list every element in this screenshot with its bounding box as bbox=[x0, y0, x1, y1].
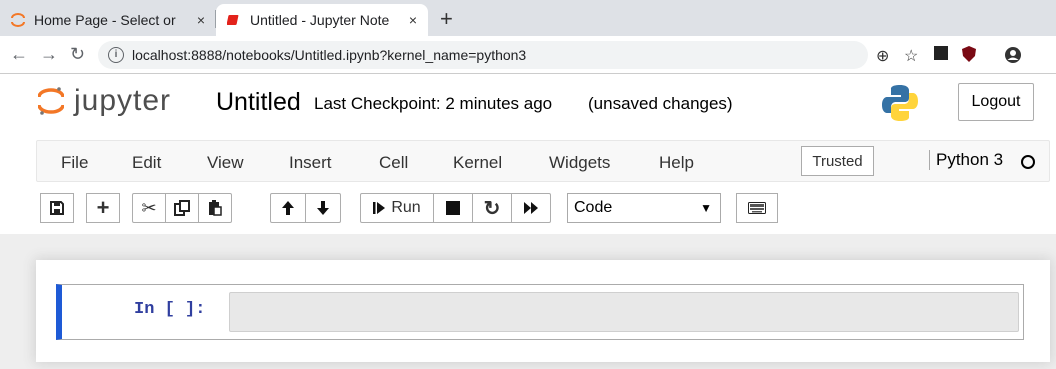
fast-forward-icon bbox=[524, 202, 538, 214]
move-down-button[interactable] bbox=[305, 193, 341, 223]
tab-home-page[interactable]: Home Page - Select or × bbox=[0, 4, 216, 36]
tab-untitled[interactable]: Untitled - Jupyter Note × bbox=[216, 4, 428, 36]
save-button[interactable] bbox=[40, 193, 74, 223]
notebook-toolbar: + ✂ Run ↻ Code ▼ bbox=[0, 188, 1056, 228]
restart-icon: ↻ bbox=[483, 197, 501, 220]
kernel-status-idle-icon bbox=[1021, 155, 1035, 169]
menu-edit[interactable]: Edit bbox=[132, 153, 161, 173]
menu-file[interactable]: File bbox=[61, 153, 88, 173]
notebook-name[interactable]: Untitled bbox=[216, 88, 301, 117]
shield-extension-icon[interactable] bbox=[962, 46, 976, 67]
close-tab-icon[interactable]: × bbox=[192, 12, 210, 28]
menu-cell[interactable]: Cell bbox=[379, 153, 408, 173]
bookmark-star-icon[interactable]: ☆ bbox=[904, 46, 918, 66]
extension-square-icon[interactable] bbox=[934, 46, 948, 65]
jupyter-wordmark: jupyter bbox=[74, 84, 172, 117]
jupyter-logo[interactable]: jupyter bbox=[38, 84, 171, 118]
browser-tab-strip: Home Page - Select or × Untitled - Jupyt… bbox=[0, 0, 1056, 36]
command-palette-button[interactable] bbox=[736, 193, 778, 223]
insert-cell-button[interactable]: + bbox=[86, 193, 120, 223]
menu-widgets[interactable]: Widgets bbox=[549, 153, 610, 173]
url-text: localhost:8888/notebooks/Untitled.ipynb?… bbox=[132, 47, 527, 63]
kernel-name: Python 3 bbox=[929, 150, 1003, 170]
arrow-up-icon bbox=[282, 201, 294, 215]
copy-button[interactable] bbox=[165, 193, 199, 223]
dropdown-caret-icon: ▼ bbox=[700, 201, 712, 215]
run-button[interactable]: Run bbox=[360, 193, 434, 223]
paste-icon bbox=[209, 200, 222, 216]
paste-button[interactable] bbox=[198, 193, 232, 223]
unsaved-changes-indicator: (unsaved changes) bbox=[588, 94, 733, 113]
trusted-indicator[interactable]: Trusted bbox=[801, 146, 874, 176]
cut-button[interactable]: ✂ bbox=[132, 193, 166, 223]
plus-icon: + bbox=[96, 195, 110, 220]
logout-button[interactable]: Logout bbox=[958, 83, 1034, 121]
address-bar-row: ← → ↻ i localhost:8888/notebooks/Untitle… bbox=[0, 36, 1056, 74]
forward-arrow-icon[interactable]: → bbox=[40, 44, 58, 65]
tab-title: Untitled - Jupyter Note bbox=[250, 12, 390, 28]
menu-kernel[interactable]: Kernel bbox=[453, 153, 502, 173]
account-icon[interactable] bbox=[1004, 46, 1022, 69]
menu-help[interactable]: Help bbox=[659, 153, 694, 173]
site-info-icon[interactable]: i bbox=[108, 47, 124, 63]
stop-icon bbox=[446, 201, 460, 215]
back-arrow-icon[interactable]: ← bbox=[10, 44, 28, 65]
new-tab-button[interactable]: + bbox=[440, 6, 453, 32]
notebook-favicon-icon bbox=[226, 12, 242, 28]
move-up-button[interactable] bbox=[270, 193, 306, 223]
jupyter-logo-icon bbox=[38, 87, 64, 115]
close-tab-icon[interactable]: × bbox=[404, 12, 422, 28]
menu-insert[interactable]: Insert bbox=[289, 153, 332, 173]
zoom-icon[interactable]: ⊕ bbox=[876, 46, 889, 66]
menu-view[interactable]: View bbox=[207, 153, 244, 173]
input-prompt: In [ ]: bbox=[134, 300, 206, 319]
arrow-down-icon bbox=[317, 201, 329, 215]
keyboard-icon bbox=[748, 202, 766, 214]
interrupt-button[interactable] bbox=[433, 193, 473, 223]
step-icon bbox=[373, 202, 386, 214]
cell-code-input[interactable] bbox=[229, 292, 1019, 332]
copy-icon bbox=[174, 200, 190, 216]
cell-type-select[interactable]: Code ▼ bbox=[567, 193, 721, 223]
jupyter-favicon-icon bbox=[10, 12, 26, 28]
url-bar[interactable]: i localhost:8888/notebooks/Untitled.ipyn… bbox=[98, 41, 868, 69]
menubar: File Edit View Insert Cell Kernel Widget… bbox=[36, 140, 1050, 182]
cut-icon: ✂ bbox=[141, 197, 157, 218]
reload-icon[interactable]: ↻ bbox=[70, 44, 85, 65]
python-logo-icon bbox=[880, 83, 920, 128]
save-icon bbox=[50, 201, 64, 215]
restart-run-all-button[interactable] bbox=[511, 193, 551, 223]
restart-kernel-button[interactable]: ↻ bbox=[472, 193, 512, 223]
jupyter-header: jupyter Untitled Last Checkpoint: 2 minu… bbox=[0, 74, 1056, 134]
run-label: Run bbox=[391, 199, 421, 216]
checkpoint-status: Last Checkpoint: 2 minutes ago bbox=[314, 94, 553, 113]
tab-title: Home Page - Select or bbox=[34, 12, 176, 28]
cell-type-value: Code bbox=[574, 199, 613, 216]
